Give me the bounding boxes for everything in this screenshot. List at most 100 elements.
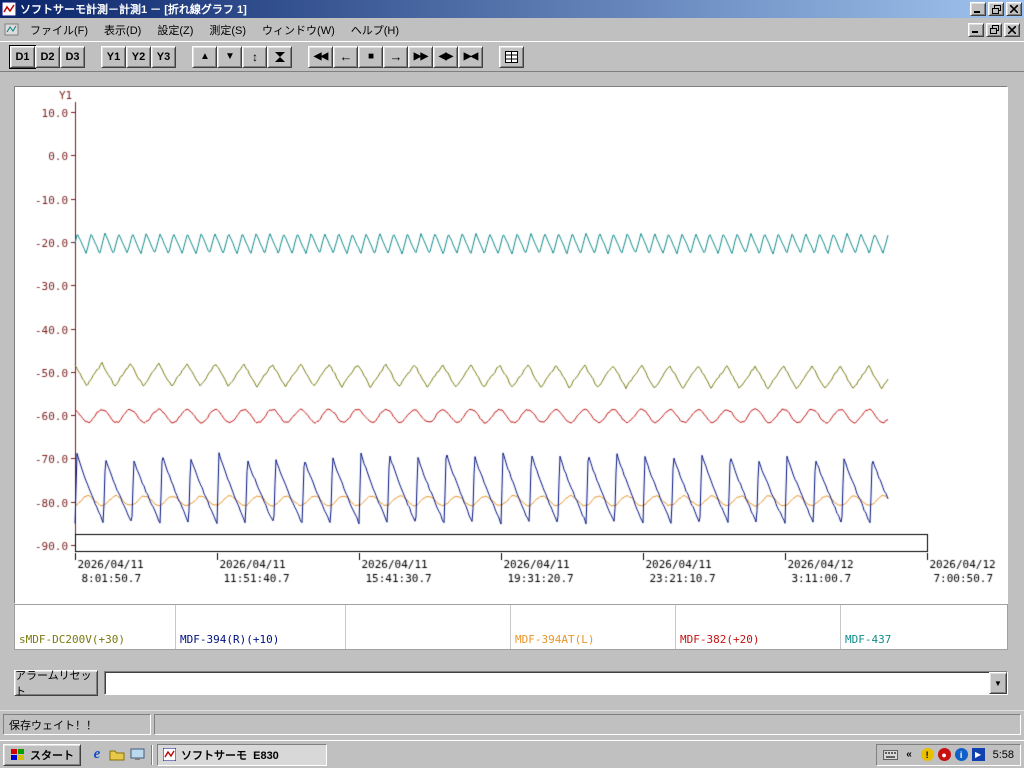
mdi-child-icon — [4, 23, 19, 35]
fast-rewind-icon: ◀◀ — [313, 50, 328, 62]
display-button-group: D1 D2 D3 — [9, 44, 85, 69]
status-message-cell: 保存ウェイト！！ — [3, 714, 151, 735]
minimize-button[interactable] — [970, 2, 986, 16]
transport-button-group: ◀◀ ← ■ → ▶▶ ◀▶ ▶◀ — [308, 45, 483, 68]
status-bar: 保存ウェイト！！ — [0, 710, 1024, 738]
stop-icon: ■ — [367, 50, 374, 62]
quick-launch-bar: e — [87, 745, 147, 765]
close-icon — [1010, 5, 1018, 13]
system-tray: « ! ● i ▶ 5:58 — [875, 743, 1021, 766]
task-button-softthermo[interactable]: ソフトサーモ E830 — [157, 743, 327, 766]
stop-button[interactable]: ■ — [358, 45, 383, 68]
start-button[interactable]: スタート — [3, 743, 81, 766]
jump-start-button[interactable]: ◀▶ — [433, 45, 458, 68]
task-app-icon — [163, 748, 176, 761]
legend-channel-5: MDF-382(+20) CH5 [℃] -61.7 — [676, 605, 841, 649]
restore-button[interactable] — [988, 2, 1004, 16]
step-forward-button[interactable]: → — [383, 45, 408, 68]
data-table-button[interactable] — [499, 45, 524, 68]
table-grid-icon — [505, 50, 518, 63]
scroll-both-button[interactable]: ↕ — [242, 45, 267, 68]
channel-legend: sMDF-DC200V(+30) CH1 [℃] -52.5 MDF-394(R… — [14, 604, 1008, 650]
legend-channel-3: CH3 [℃] ----- — [346, 605, 511, 649]
windows-logo-icon — [11, 748, 24, 760]
minimize-icon — [972, 31, 978, 33]
info-icon[interactable]: i — [954, 748, 968, 761]
menu-item-measure[interactable]: 測定(S) — [201, 19, 254, 41]
app-icon — [2, 2, 16, 16]
play-status-icon[interactable]: ▶ — [971, 748, 985, 761]
menu-item-settings[interactable]: 設定(Z) — [149, 19, 201, 41]
d1-button[interactable]: D1 — [9, 44, 36, 69]
windows-taskbar: スタート e ソフトサーモ E830 « ! ● i ▶ 5:58 — [0, 740, 1024, 768]
table-view-group — [499, 45, 524, 68]
arrow-right-icon: → — [389, 49, 403, 64]
legend-channel-1: sMDF-DC200V(+30) CH1 [℃] -52.5 — [15, 605, 176, 649]
channel-sensor-name: MDF-394AT(L) — [515, 633, 595, 646]
alarm-combobox[interactable]: ▼ — [104, 671, 1008, 695]
y3-button[interactable]: Y3 — [151, 45, 176, 68]
hourglass-icon — [274, 51, 285, 62]
application-window: ソフトサーモ計測－計測1 － [折れ線グラフ 1] ファイル(F) 表示(D) … — [0, 0, 1024, 768]
taskbar-clock[interactable]: 5:58 — [993, 749, 1014, 761]
line-chart-canvas[interactable] — [15, 87, 1007, 603]
triangles-in-icon: ▶◀ — [463, 50, 478, 62]
arrow-up-icon: ▲ — [200, 50, 210, 62]
jump-end-button[interactable]: ▶◀ — [458, 45, 483, 68]
combobox-dropdown-button[interactable]: ▼ — [989, 672, 1007, 694]
fast-forward-button[interactable]: ▶▶ — [408, 45, 433, 68]
channel-sensor-name: MDF-437 — [845, 633, 892, 646]
alarm-combobox-value[interactable] — [105, 672, 989, 694]
start-button-label: スタート — [30, 749, 74, 762]
warning-icon[interactable]: ! — [920, 748, 934, 761]
menu-bar: ファイル(F) 表示(D) 設定(Z) 測定(S) ウィンドウ(W) ヘルプ(H… — [0, 18, 1024, 41]
alert-icon[interactable]: ● — [937, 748, 951, 761]
legend-channel-2: MDF-394(R)(+10) CH2 [℃] -70.4 — [176, 605, 346, 649]
restore-icon — [991, 4, 1001, 14]
menu-item-window[interactable]: ウィンドウ(W) — [254, 19, 343, 41]
taskbar-divider — [151, 744, 153, 765]
scroll-down-button[interactable]: ▼ — [217, 45, 242, 68]
chevron-down-icon: ▼ — [994, 678, 1002, 688]
close-button[interactable] — [1006, 2, 1022, 16]
d2-button[interactable]: D2 — [35, 45, 60, 68]
arrow-left-icon: ← — [339, 49, 353, 64]
y-axis-button-group: Y1 Y2 Y3 — [101, 45, 176, 68]
mdi-minimize-button[interactable] — [968, 22, 984, 37]
y1-button[interactable]: Y1 — [101, 45, 126, 68]
window-title: ソフトサーモ計測－計測1 － [折れ線グラフ 1] — [20, 4, 247, 16]
close-icon — [1008, 25, 1016, 34]
browser-icon[interactable]: e — [87, 745, 107, 765]
task-button-label: ソフトサーモ E830 — [181, 749, 279, 762]
menu-item-view[interactable]: 表示(D) — [96, 19, 149, 41]
step-back-button[interactable]: ← — [333, 45, 358, 68]
fast-forward-icon: ▶▶ — [413, 50, 428, 62]
status-extra-cell — [154, 714, 1021, 735]
triangles-out-icon: ◀▶ — [438, 50, 453, 62]
line-chart-panel — [14, 86, 1008, 604]
arrow-down-icon: ▼ — [225, 50, 235, 62]
toolbar: D1 D2 D3 Y1 Y2 Y3 ▲ ▼ ↕ ◀◀ ← ■ → ▶▶ ◀▶ ▶… — [0, 41, 1024, 72]
restore-icon — [989, 25, 999, 34]
channel-sensor-name: MDF-382(+20) — [680, 633, 760, 646]
fast-rewind-button[interactable]: ◀◀ — [308, 45, 333, 68]
mdi-restore-button[interactable] — [986, 22, 1002, 37]
mdi-close-button[interactable] — [1004, 22, 1020, 37]
folder-icon[interactable] — [107, 745, 127, 765]
title-bar: ソフトサーモ計測－計測1 － [折れ線グラフ 1] — [0, 0, 1024, 18]
channel-sensor-name: sMDF-DC200V(+30) — [19, 633, 125, 646]
menu-item-file[interactable]: ファイル(F) — [22, 19, 96, 41]
keyboard-icon[interactable] — [882, 747, 898, 762]
legend-channel-4: MDF-394AT(L) CH4 [℃] -80.2 — [511, 605, 676, 649]
arrow-up-down-icon: ↕ — [252, 49, 258, 64]
scroll-up-button[interactable]: ▲ — [192, 45, 217, 68]
show-desktop-icon[interactable] — [127, 745, 147, 765]
minimize-icon — [974, 10, 980, 13]
hourglass-button[interactable] — [267, 45, 292, 68]
alarm-reset-button[interactable]: アラームリセット — [14, 670, 98, 698]
menu-item-help[interactable]: ヘルプ(H) — [343, 19, 407, 41]
scroll-button-group: ▲ ▼ ↕ — [192, 45, 292, 68]
d3-button[interactable]: D3 — [60, 45, 85, 68]
y2-button[interactable]: Y2 — [126, 45, 151, 68]
hidden-icons-chevron-icon[interactable]: « — [902, 747, 917, 762]
